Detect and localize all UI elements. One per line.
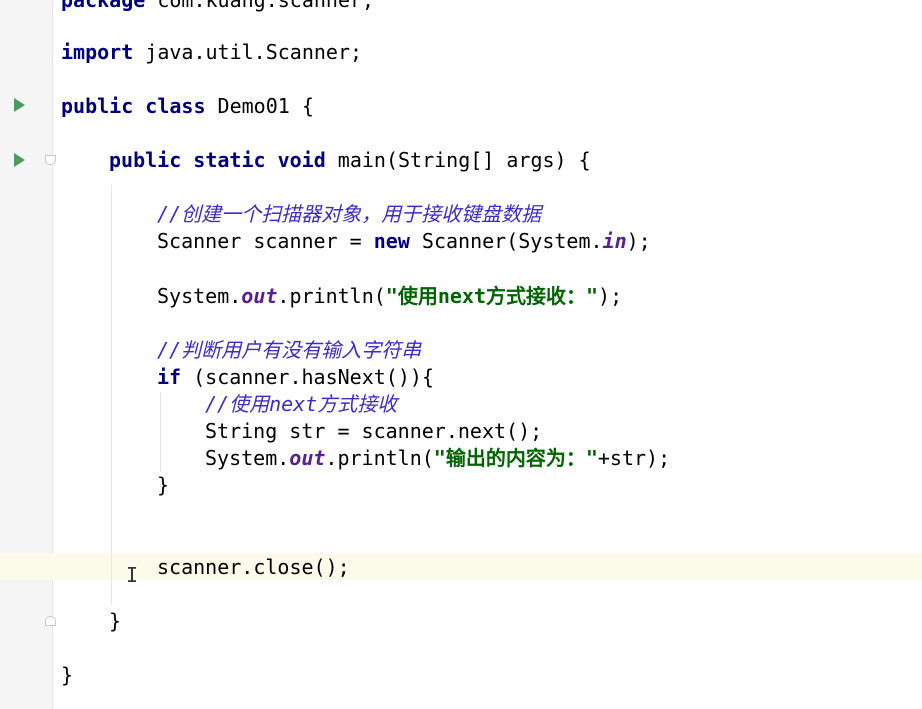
keyword: package	[61, 0, 146, 12]
code-line-println-1[interactable]: System.out.println("使用next方式接收：");	[157, 283, 622, 310]
code-line-class[interactable]: public class Demo01 {	[61, 93, 314, 120]
code-comment-judge[interactable]: //判断用户有没有输入字符串	[157, 337, 421, 364]
code-text: java.util.Scanner;	[133, 40, 363, 64]
fold-open-icon[interactable]	[45, 155, 56, 165]
code-text: main(String[] args) {	[325, 148, 591, 172]
string-literal: "输出的内容为："	[433, 446, 598, 470]
code-text: Scanner(System.	[409, 229, 603, 253]
fold-close-icon[interactable]	[45, 616, 56, 626]
code-line-string-str[interactable]: String str = scanner.next();	[205, 418, 542, 445]
code-text: .println(	[325, 446, 434, 470]
indent-guide	[111, 185, 112, 605]
code-brace-main[interactable]: }	[109, 608, 121, 635]
static-field: out	[289, 446, 326, 470]
string-literal: "使用next方式接收："	[385, 284, 599, 308]
run-class-icon[interactable]	[14, 98, 25, 112]
keyword: void	[277, 148, 326, 172]
code-line-main[interactable]: public static void main(String[] args) {	[109, 147, 591, 174]
code-text: (scanner.hasNext()){	[181, 365, 434, 389]
keyword: class	[145, 94, 206, 118]
code-text: com.kuang.scanner;	[145, 0, 375, 12]
code-brace-class[interactable]: }	[61, 662, 73, 689]
code-line-import[interactable]: import java.util.Scanner;	[61, 39, 362, 66]
code-text: Scanner scanner =	[157, 229, 374, 253]
code-text: +str);	[597, 446, 671, 470]
keyword: public	[109, 148, 182, 172]
text-cursor-icon: I	[126, 563, 139, 587]
code-text: );	[598, 284, 623, 308]
code-comment-next[interactable]: //使用next方式接收	[205, 391, 397, 418]
code-brace-if[interactable]: }	[157, 472, 169, 499]
code-line-close[interactable]: scanner.close();	[157, 554, 350, 581]
code-text: System.	[157, 284, 242, 308]
code-line-println-2[interactable]: System.out.println("输出的内容为："+str);	[205, 445, 670, 472]
code-text: .println(	[277, 284, 386, 308]
code-text: System.	[205, 446, 290, 470]
keyword: import	[61, 40, 134, 64]
indent-guide	[160, 392, 161, 472]
code-text: Demo01 {	[205, 94, 314, 118]
code-editor[interactable]: package com.kuang.scanner; import java.u…	[0, 0, 922, 709]
keyword: if	[157, 365, 182, 389]
static-field: in	[602, 229, 627, 253]
code-text: );	[626, 229, 651, 253]
code-comment-create[interactable]: //创建一个扫描器对象，用于接收键盘数据	[157, 201, 541, 228]
code-line-scanner[interactable]: Scanner scanner = new Scanner(System.in)…	[157, 228, 651, 255]
code-line-if[interactable]: if (scanner.hasNext()){	[157, 364, 434, 391]
keyword: static	[193, 148, 266, 172]
code-line-package[interactable]: package com.kuang.scanner;	[61, 0, 374, 14]
keyword: public	[61, 94, 134, 118]
editor-gutter	[0, 0, 53, 709]
keyword: new	[373, 229, 410, 253]
run-main-icon[interactable]	[14, 153, 25, 167]
static-field: out	[241, 284, 278, 308]
current-line-highlight	[0, 553, 922, 580]
